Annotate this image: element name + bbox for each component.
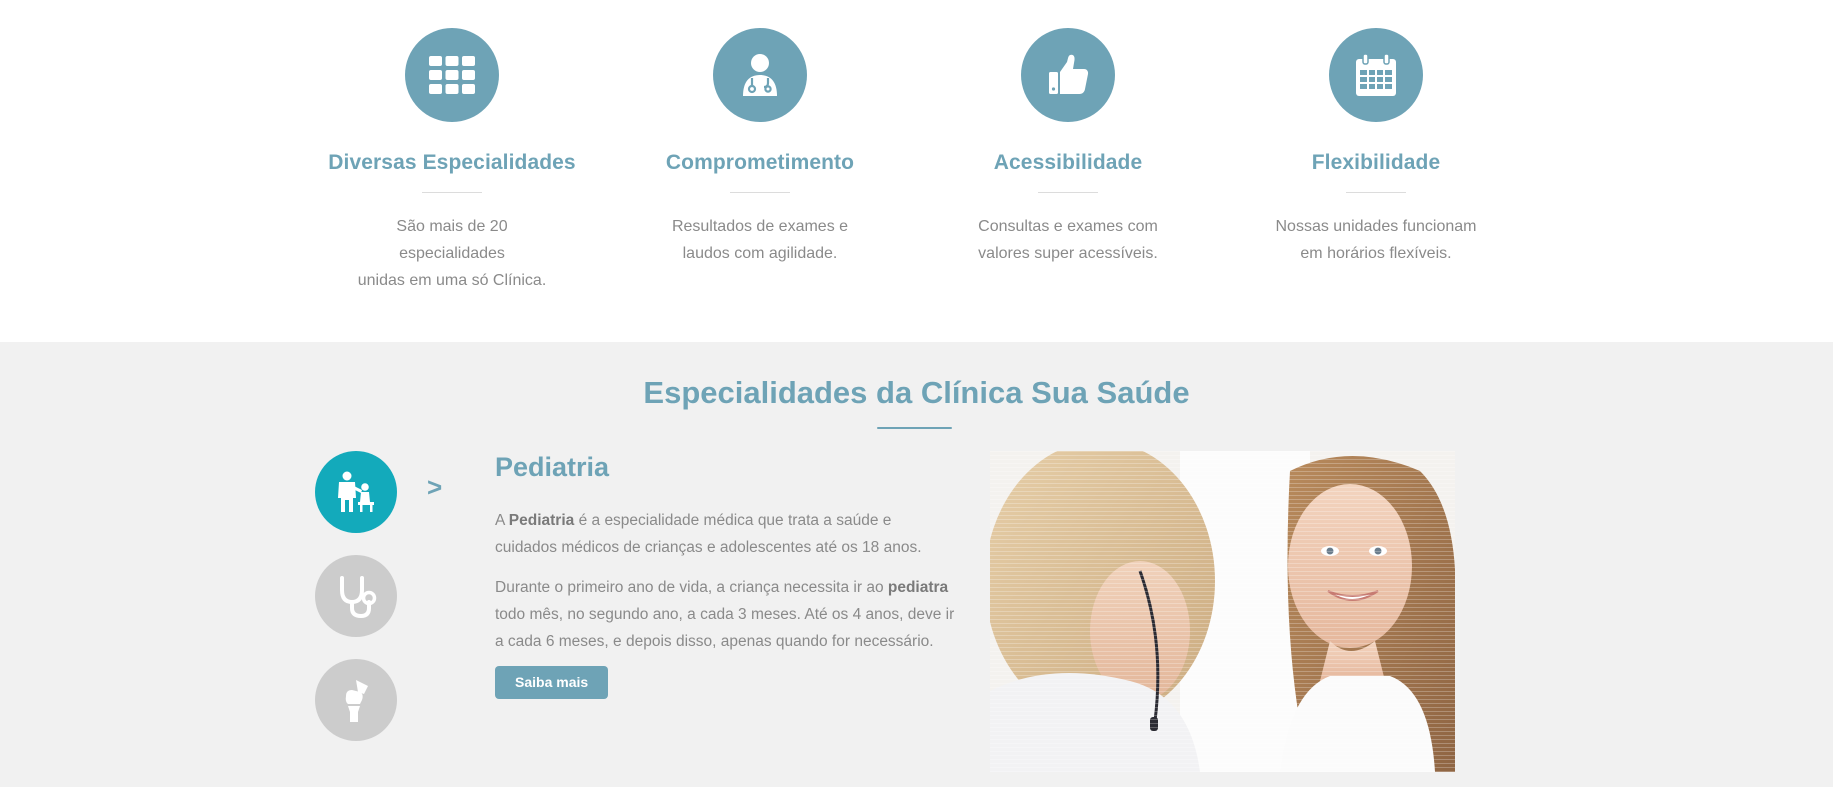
stethoscope-icon bbox=[340, 576, 377, 619]
saiba-mais-button[interactable]: Saiba mais bbox=[495, 666, 609, 699]
feature-title: Diversas Especialidades bbox=[328, 151, 576, 174]
feature-comprometimento: Comprometimento Resultados de exames e la… bbox=[630, 28, 890, 267]
doctor-icon bbox=[713, 28, 807, 122]
features-section: Diversas Especialidades São mais de 20 e… bbox=[0, 0, 1833, 342]
doctor-with-smiling-girl-photo bbox=[990, 451, 1455, 772]
feature-title: Comprometimento bbox=[665, 151, 855, 174]
active-tab-arrow: > bbox=[427, 472, 443, 502]
title-underline bbox=[877, 427, 952, 429]
tab-cardiologia[interactable] bbox=[315, 555, 397, 637]
feature-text: Nossas unidades funcionam em horários fle… bbox=[1275, 218, 1477, 262]
specialty-description: A Pediatria é a especialidade médica que… bbox=[495, 507, 955, 668]
feature-divider bbox=[730, 192, 790, 193]
feature-text: Consultas e exames com valores super aces… bbox=[978, 218, 1158, 262]
feature-divider bbox=[422, 192, 482, 193]
feature-title: Flexibilidade bbox=[1311, 151, 1441, 174]
feature-divider bbox=[1038, 192, 1098, 193]
thumbs-up-icon bbox=[1021, 28, 1115, 122]
section-title: Especialidades da Clínica Sua Saúde bbox=[643, 375, 1190, 410]
tab-pediatria[interactable] bbox=[315, 451, 397, 533]
feature-flexibilidade: Flexibilidade Nossas unidades funcionam e… bbox=[1246, 28, 1506, 267]
pediatrics-icon bbox=[338, 471, 374, 512]
feature-acessibilidade: Acessibilidade Consultas e exames com val… bbox=[938, 28, 1198, 267]
grid-icon bbox=[405, 28, 499, 122]
tab-ortopedia[interactable] bbox=[315, 659, 397, 741]
feature-title: Acessibilidade bbox=[993, 151, 1143, 174]
feature-diversas-especialidades: Diversas Especialidades São mais de 20 e… bbox=[322, 28, 582, 294]
feature-text: Resultados de exames e laudos com agilida… bbox=[671, 218, 849, 262]
specialties-section: Especialidades da Clínica Sua Saúde > Pe… bbox=[0, 342, 1833, 787]
feature-text: São mais de 20 especialidades unidas em u… bbox=[357, 218, 547, 289]
specialty-title: Pediatria bbox=[495, 452, 610, 482]
calendar-icon bbox=[1329, 28, 1423, 122]
specialty-paragraph-2: Durante o primeiro ano de vida, a crianç… bbox=[495, 579, 955, 650]
orthopedics-knee-icon bbox=[345, 680, 368, 722]
feature-divider bbox=[1346, 192, 1406, 193]
specialty-paragraph-1: A Pediatria é a especialidade médica que… bbox=[495, 512, 922, 556]
